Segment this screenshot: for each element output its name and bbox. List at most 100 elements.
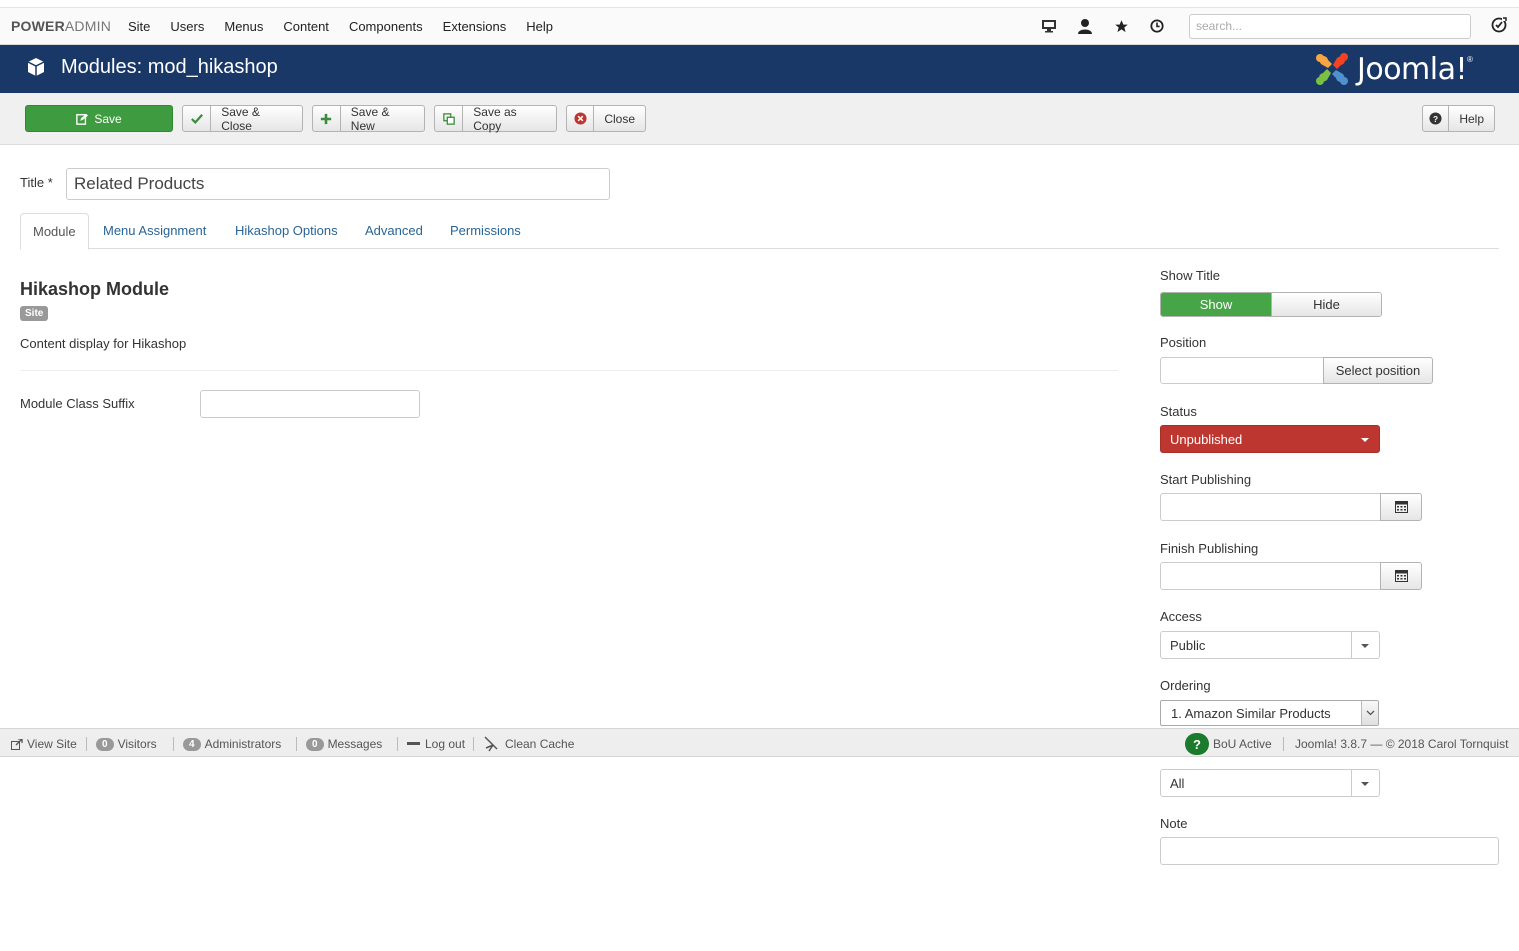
title-label: Title * [20, 175, 53, 190]
logout-link[interactable]: Log out [407, 736, 465, 752]
class-suffix-label: Module Class Suffix [20, 396, 135, 411]
logout-label: Log out [425, 737, 466, 751]
access-label: Access [1160, 609, 1202, 624]
ordering-value: 1. Amazon Similar Products [1171, 706, 1331, 721]
divider [20, 370, 1118, 371]
broom-icon [484, 736, 498, 752]
top-navbar: POWERADMIN Site Users Menus Content Comp… [0, 7, 1519, 45]
checkin-icon[interactable] [1491, 17, 1509, 35]
caret-down-icon [1361, 438, 1369, 442]
page-title: Modules: mod_hikashop [61, 56, 278, 78]
position-label: Position [1160, 335, 1207, 350]
menu-help[interactable]: Help [526, 19, 553, 34]
visitors-indicator: 0 Visitors [96, 736, 157, 752]
save-button[interactable]: Save [25, 105, 173, 132]
finish-calendar-button[interactable] [1380, 562, 1422, 590]
show-title-toggle: Show Hide [1160, 292, 1382, 317]
tab-hikashop-options[interactable]: Hikashop Options [223, 213, 350, 249]
copyright-text: Joomla! 3.8.7 — © 2018 Carol Tornquist [1295, 737, 1509, 751]
site-badge: Site [20, 306, 49, 321]
note-input[interactable] [1160, 837, 1499, 865]
bou-label: BoU Active [1213, 737, 1272, 751]
menu-menus[interactable]: Menus [224, 19, 263, 34]
tab-permissions[interactable]: Permissions [438, 213, 533, 249]
bou-status[interactable]: ? BoU Active [1185, 733, 1272, 755]
help-button[interactable]: ? Help [1422, 105, 1495, 132]
copy-icon [435, 106, 464, 131]
cube-icon [25, 56, 47, 78]
save-close-button[interactable]: Save & Close [182, 104, 303, 133]
close-label: Close [604, 111, 635, 126]
save-label: Save [94, 111, 122, 126]
ordering-select[interactable]: 1. Amazon Similar Products [1160, 700, 1379, 726]
toolbar: Save Save & Close Save & New Save as Cop… [0, 93, 1519, 145]
plus-icon [313, 106, 341, 131]
access-value: Public [1170, 638, 1206, 653]
status-label: Status [1160, 404, 1197, 419]
save-copy-button[interactable]: Save as Copy [434, 105, 557, 133]
show-option[interactable]: Show [1161, 293, 1271, 316]
position-input[interactable] [1160, 357, 1324, 384]
user-icon[interactable] [1076, 17, 1094, 35]
messages-link[interactable]: 0 Messages [306, 736, 382, 752]
chevron-down-icon [1361, 701, 1378, 725]
messages-label: Messages [327, 737, 383, 751]
save-close-label: Save & Close [221, 104, 260, 133]
admins-label: Administrators [204, 737, 282, 751]
start-calendar-button[interactable] [1380, 493, 1422, 521]
question-icon: ? [1423, 106, 1450, 131]
finish-publishing-input[interactable] [1160, 562, 1381, 590]
star-icon[interactable] [1112, 17, 1130, 35]
finish-publishing-label: Finish Publishing [1160, 541, 1259, 556]
menu-users[interactable]: Users [170, 19, 204, 34]
registered-mark: ® [1467, 54, 1473, 64]
select-position-button[interactable]: Select position [1323, 357, 1433, 384]
menu-site[interactable]: Site [128, 19, 150, 34]
messages-count: 0 [306, 737, 324, 751]
hide-option[interactable]: Hide [1271, 293, 1381, 316]
access-select[interactable]: Public [1160, 631, 1380, 659]
search-input[interactable]: search... [1189, 14, 1471, 39]
page-header: Modules: mod_hikashop Joomla! ® [0, 45, 1519, 93]
joomla-wordmark: Joomla! [1357, 51, 1468, 87]
clock-icon[interactable] [1148, 17, 1166, 35]
status-bar: View Site 0 Visitors 4 Administrators 0 … [0, 728, 1519, 757]
monitor-icon[interactable] [1040, 17, 1058, 35]
close-button[interactable]: Close [566, 105, 646, 132]
module-heading: Hikashop Module [20, 279, 170, 299]
visitors-label: Visitors [117, 737, 157, 751]
brand-logo[interactable]: POWERADMIN [11, 18, 111, 34]
tab-menu-assignment[interactable]: Menu Assignment [91, 213, 218, 249]
title-input[interactable]: Related Products [66, 168, 610, 200]
language-select[interactable]: All [1160, 769, 1380, 797]
check-icon [183, 106, 212, 131]
admins-count: 4 [183, 737, 201, 751]
visitors-count: 0 [96, 737, 114, 751]
tab-module[interactable]: Module [20, 213, 89, 250]
language-value: All [1170, 776, 1185, 791]
edit-icon [76, 113, 89, 125]
help-label: Help [1459, 111, 1484, 126]
start-publishing-input[interactable] [1160, 493, 1381, 521]
menu-extensions[interactable]: Extensions [443, 19, 507, 34]
status-value: Unpublished [1170, 432, 1243, 447]
status-select[interactable]: Unpublished [1160, 425, 1380, 453]
cancel-icon [567, 106, 595, 131]
ordering-label: Ordering [1160, 678, 1211, 693]
view-site-link[interactable]: View Site [11, 736, 77, 752]
administrators-indicator: 4 Administrators [183, 736, 281, 752]
minus-icon [407, 742, 420, 745]
class-suffix-input[interactable] [200, 390, 420, 418]
calendar-icon [1394, 501, 1408, 513]
save-new-label: Save & New [350, 104, 390, 133]
save-new-button[interactable]: Save & New [312, 104, 425, 133]
tab-advanced[interactable]: Advanced [353, 213, 435, 249]
menu-components[interactable]: Components [349, 19, 423, 34]
show-title-label: Show Title [1160, 268, 1220, 283]
menu-content[interactable]: Content [283, 19, 329, 34]
clean-cache-label: Clean Cache [505, 737, 575, 751]
tab-bar: Module Menu Assignment Hikashop Options … [20, 213, 1499, 250]
view-site-label: View Site [27, 737, 77, 751]
main-menu: Site Users Menus Content Components Exte… [128, 19, 573, 34]
clean-cache-link[interactable]: Clean Cache [483, 736, 574, 752]
